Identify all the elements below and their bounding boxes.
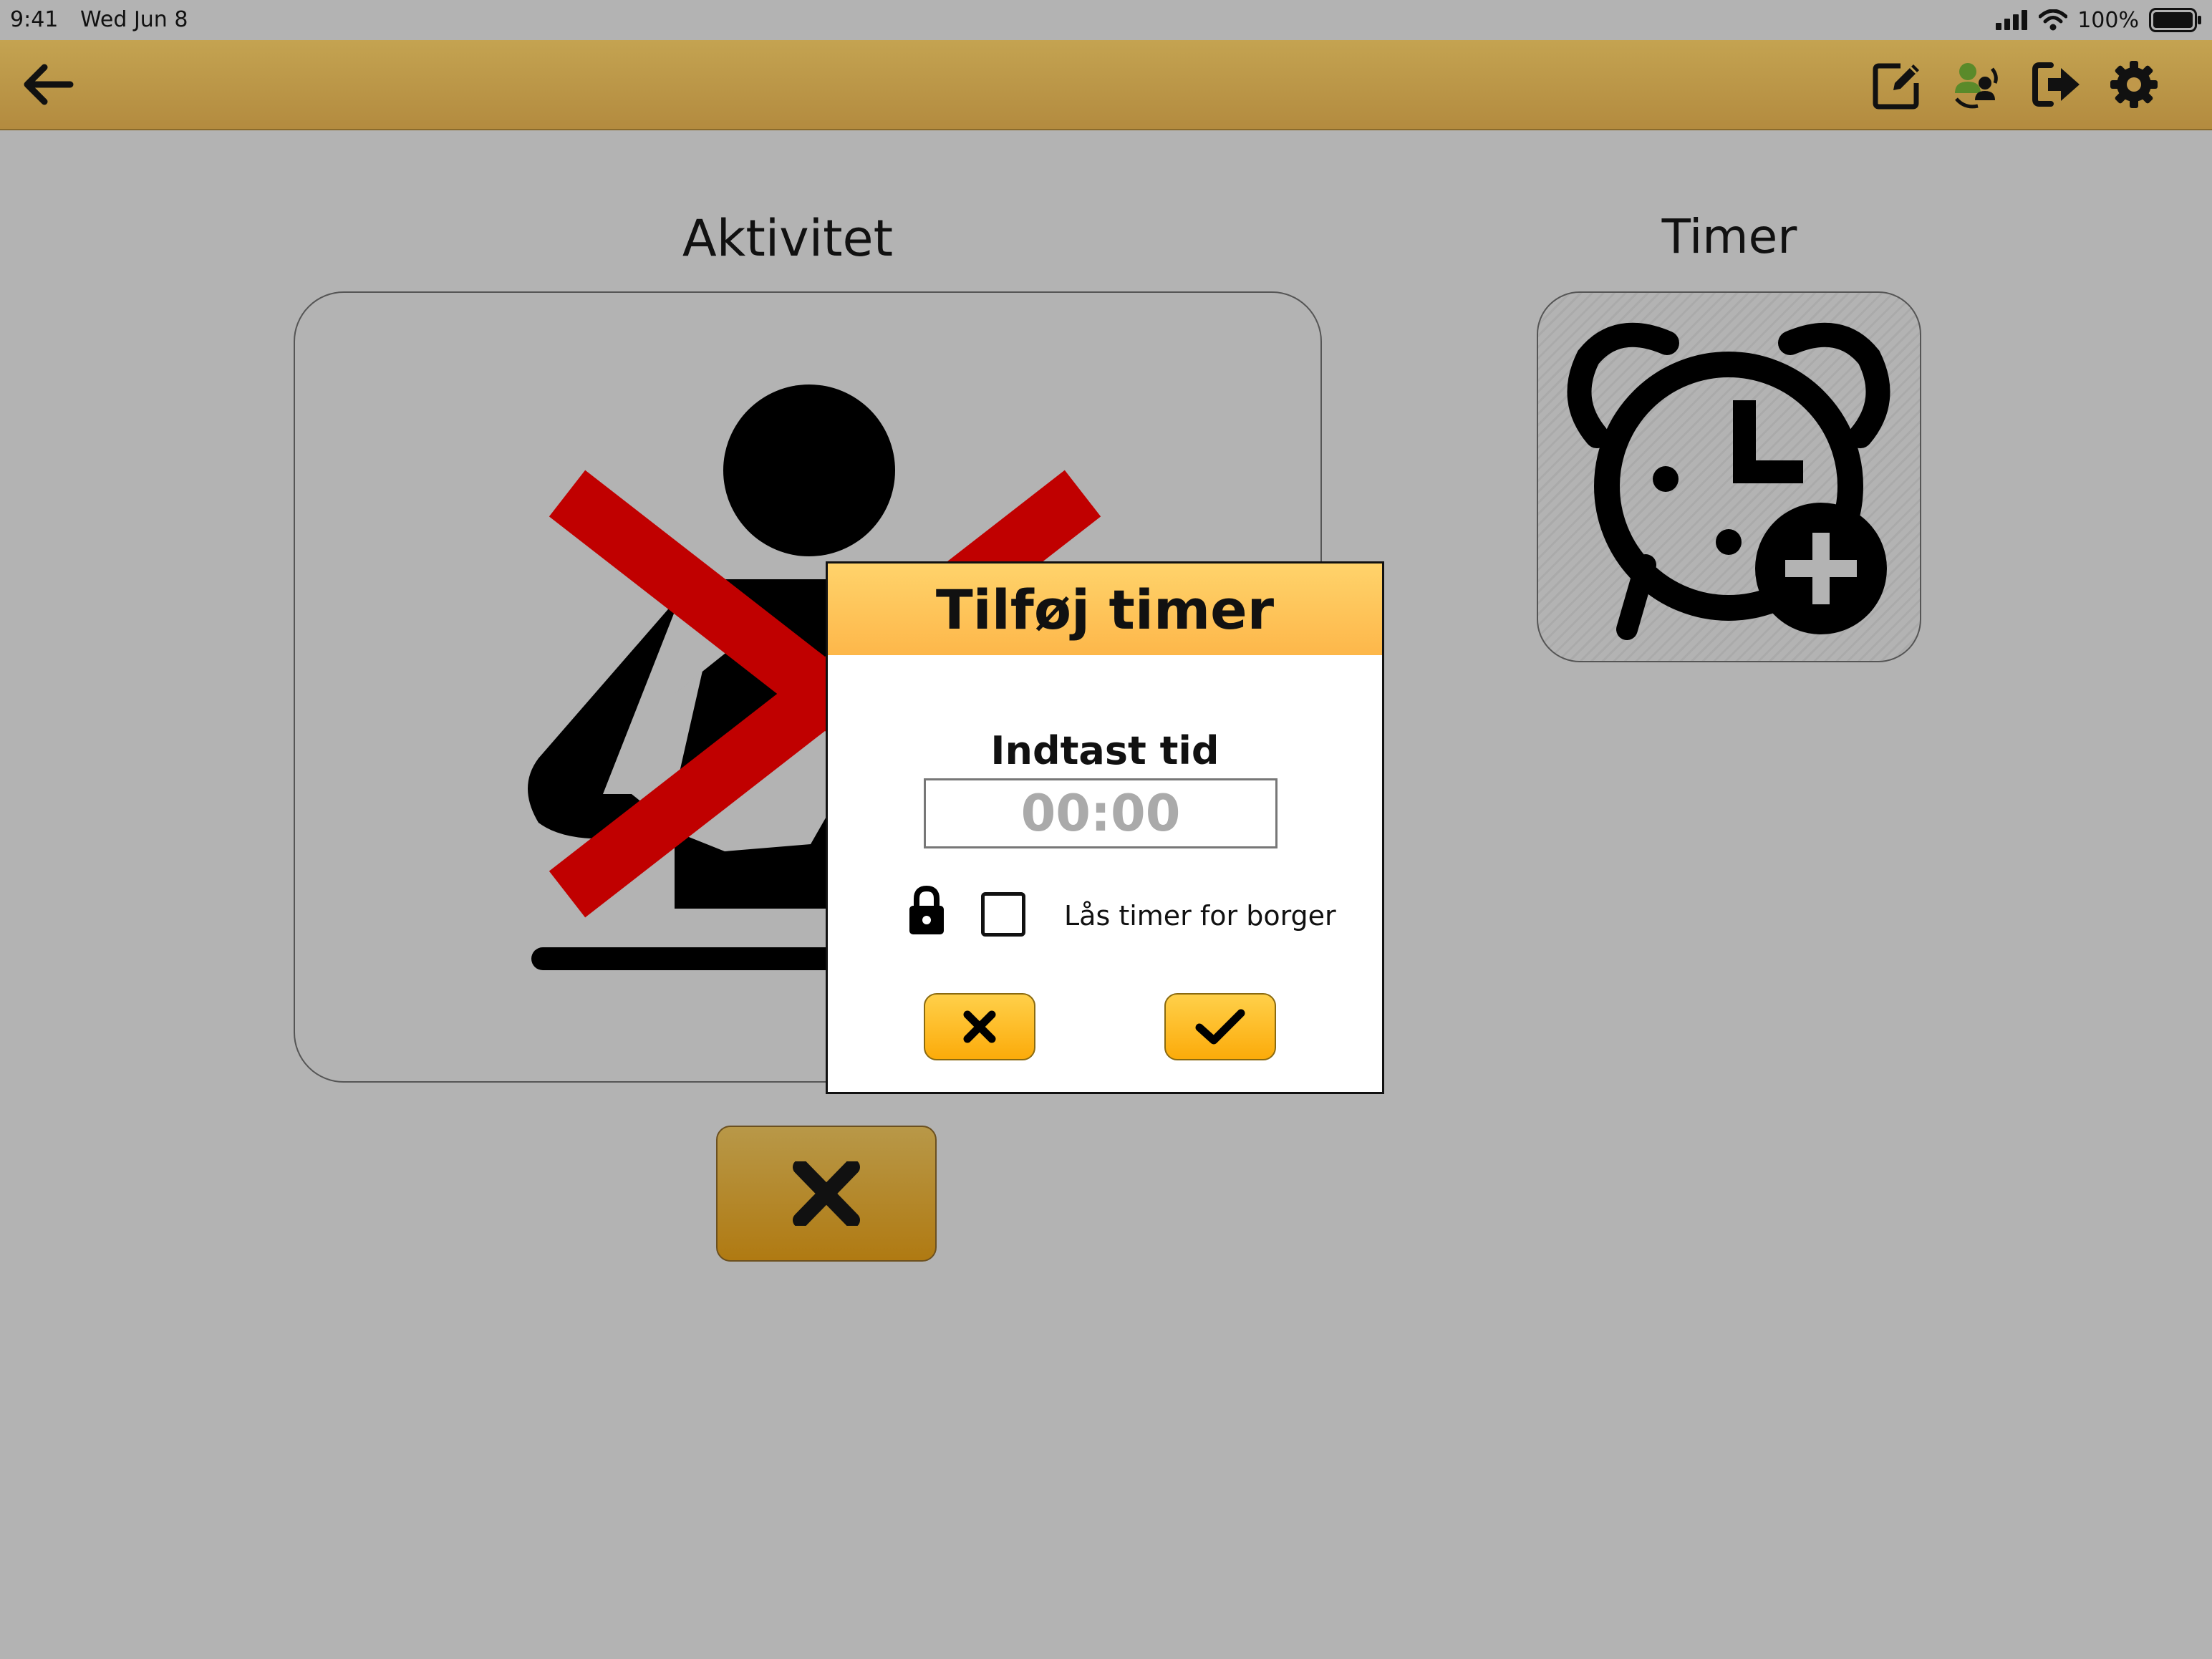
status-date: Wed Jun 8: [80, 7, 188, 32]
settings-button[interactable]: [2105, 56, 2163, 113]
back-button[interactable]: [19, 56, 76, 113]
cellular-signal-icon: [1996, 10, 2028, 30]
time-input[interactable]: [924, 778, 1278, 848]
edit-button[interactable]: [1869, 56, 1926, 113]
dialog-header: Tilføj timer: [828, 564, 1382, 655]
alarm-clock-add-icon: [1567, 322, 1890, 640]
navigation-bar: [0, 40, 2212, 130]
switch-citizen-button[interactable]: [1948, 56, 2005, 113]
status-indicators: 100%: [1996, 4, 2202, 36]
status-bar: 9:41 Wed Jun 8 100%: [0, 0, 2212, 40]
edit-pencil-icon: [1873, 63, 1919, 110]
battery-percent: 100%: [2077, 7, 2139, 33]
lock-timer-checkbox[interactable]: [981, 892, 1025, 937]
checkmark-icon: [1195, 1009, 1245, 1045]
activity-title: Aktivitet: [682, 209, 894, 268]
timer-title: Timer: [1661, 209, 1797, 264]
close-icon: [963, 1010, 996, 1043]
arrow-left-icon: [24, 64, 74, 105]
status-time: 9:41: [10, 7, 59, 32]
wifi-icon: [2039, 9, 2068, 31]
gear-icon: [2110, 61, 2158, 108]
lock-icon: [909, 885, 944, 934]
dialog-title: Tilføj timer: [935, 577, 1275, 642]
time-input-label: Indtast tid: [990, 728, 1220, 773]
add-timer-card[interactable]: [1537, 291, 1921, 662]
dialog-cancel-button[interactable]: [924, 993, 1035, 1060]
battery-icon: [2149, 8, 2201, 32]
user-switch-icon: [1955, 63, 1998, 109]
cancel-activity-button[interactable]: [716, 1126, 937, 1262]
lock-timer-label: Lås timer for borger: [1064, 900, 1336, 932]
dialog-confirm-button[interactable]: [1164, 993, 1276, 1060]
close-icon: [793, 1161, 860, 1226]
logout-button[interactable]: [2028, 56, 2085, 113]
logout-icon: [2032, 62, 2080, 107]
add-timer-dialog: Tilføj timer Indtast tid Lås timer for b…: [826, 561, 1384, 1094]
